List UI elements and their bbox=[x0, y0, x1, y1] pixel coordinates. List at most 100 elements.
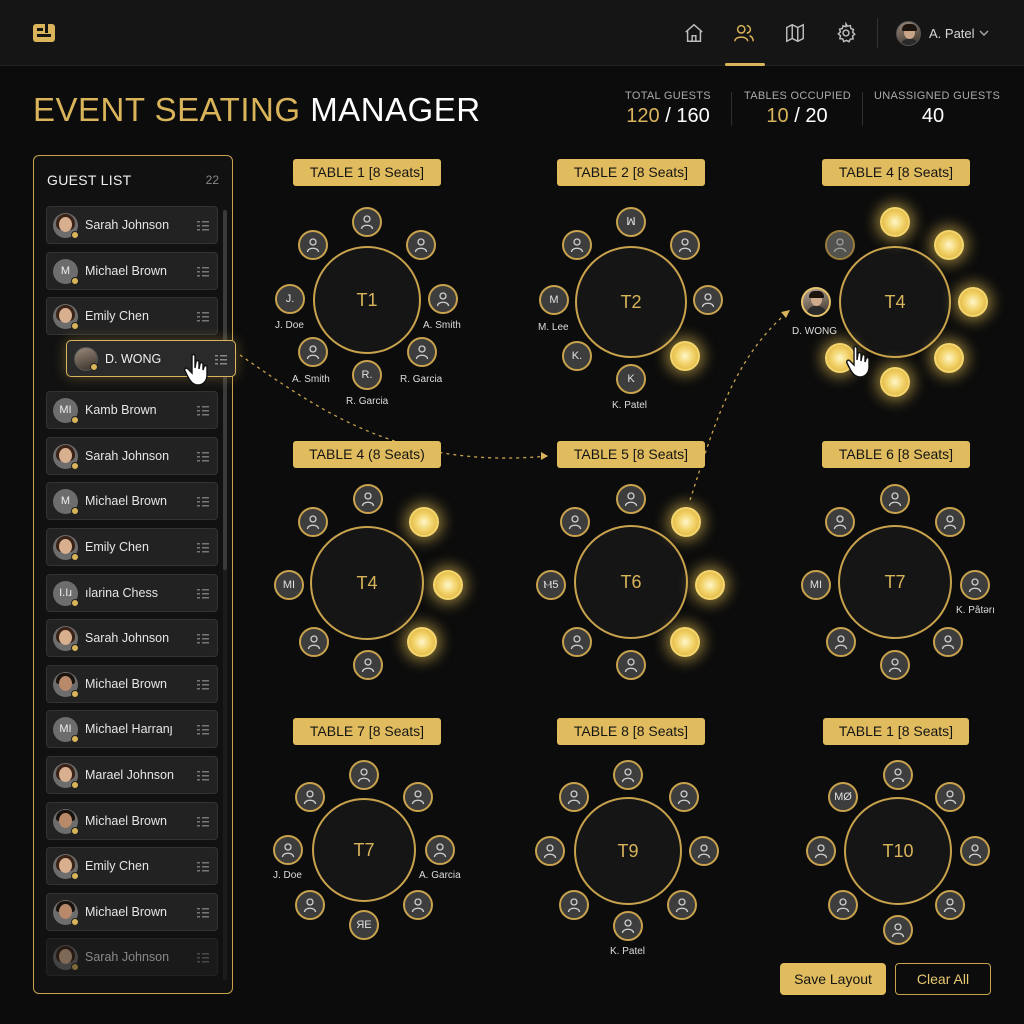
seat[interactable]: Ⲙ5 bbox=[536, 570, 566, 600]
seat-available-highlight[interactable] bbox=[958, 287, 988, 317]
seat[interactable] bbox=[353, 484, 383, 514]
seat[interactable] bbox=[407, 337, 437, 367]
seat[interactable] bbox=[425, 835, 455, 865]
user-name[interactable]: A. Patel bbox=[929, 26, 975, 41]
seat-available-highlight[interactable] bbox=[671, 507, 701, 537]
seat[interactable] bbox=[352, 207, 382, 237]
guest-list-item[interactable]: MI Michael Harranȷ bbox=[46, 710, 218, 749]
seat[interactable] bbox=[880, 484, 910, 514]
gear-icon[interactable] bbox=[835, 22, 857, 44]
drag-handle-icon[interactable] bbox=[215, 354, 227, 365]
seat[interactable] bbox=[613, 911, 643, 941]
seat[interactable] bbox=[403, 890, 433, 920]
app-logo-icon[interactable] bbox=[32, 21, 56, 45]
seat[interactable]: R. bbox=[352, 360, 382, 390]
guest-list-item[interactable]: Emily Chen bbox=[46, 527, 218, 566]
drag-handle-icon[interactable] bbox=[197, 770, 209, 781]
seat[interactable] bbox=[960, 836, 990, 866]
seat[interactable] bbox=[933, 627, 963, 657]
seat[interactable] bbox=[273, 835, 303, 865]
seat[interactable] bbox=[559, 890, 589, 920]
seat[interactable] bbox=[298, 507, 328, 537]
seat[interactable] bbox=[667, 890, 697, 920]
drag-handle-icon[interactable] bbox=[197, 861, 209, 872]
round-table[interactable]: T7 bbox=[312, 798, 416, 902]
seat[interactable]: K bbox=[616, 364, 646, 394]
guest-list-item[interactable]: Sarah Johnson bbox=[46, 619, 218, 658]
drag-handle-icon[interactable] bbox=[197, 451, 209, 462]
guest-list-item[interactable]: I.Iɹ ılarina Chess bbox=[46, 573, 218, 612]
drag-handle-icon[interactable] bbox=[197, 907, 209, 918]
user-avatar[interactable] bbox=[896, 21, 921, 46]
seat[interactable] bbox=[403, 782, 433, 812]
drag-handle-icon[interactable] bbox=[197, 266, 209, 277]
guest-list-item[interactable]: Michael Brown bbox=[46, 892, 218, 931]
round-table[interactable]: T7 bbox=[838, 525, 952, 639]
guest-list-item[interactable]: MI Kamb Brown bbox=[46, 391, 218, 430]
seat[interactable] bbox=[825, 230, 855, 260]
guest-list-item[interactable]: Michael Brown bbox=[46, 801, 218, 840]
seat-available-highlight[interactable] bbox=[934, 230, 964, 260]
round-table[interactable]: T4 bbox=[839, 246, 951, 358]
seat[interactable] bbox=[562, 627, 592, 657]
guest-list-item[interactable]: Michael Brown bbox=[46, 664, 218, 703]
clear-all-button[interactable]: Clear All bbox=[895, 963, 991, 995]
seat[interactable]: M bbox=[539, 285, 569, 315]
drag-handle-icon[interactable] bbox=[197, 311, 209, 322]
seat[interactable] bbox=[828, 890, 858, 920]
seat[interactable] bbox=[295, 782, 325, 812]
drag-handle-icon[interactable] bbox=[197, 496, 209, 507]
seat[interactable]: MØ bbox=[828, 782, 858, 812]
round-table[interactable]: T1 bbox=[313, 246, 421, 354]
seat[interactable]: K. bbox=[562, 341, 592, 371]
guest-list-item[interactable]: M Michael Brown bbox=[46, 482, 218, 521]
guest-list-item[interactable]: Emily Chen bbox=[46, 847, 218, 886]
round-table[interactable]: T4 bbox=[310, 526, 424, 640]
seat[interactable] bbox=[935, 782, 965, 812]
users-icon[interactable] bbox=[733, 22, 755, 44]
drag-handle-icon[interactable] bbox=[197, 542, 209, 553]
seat-available-highlight[interactable] bbox=[433, 570, 463, 600]
seat[interactable] bbox=[616, 650, 646, 680]
seat[interactable] bbox=[295, 890, 325, 920]
seat[interactable] bbox=[960, 570, 990, 600]
guest-list-item[interactable]: Emily Chen bbox=[46, 297, 218, 336]
guest-list-item[interactable]: Marael Johnson bbox=[46, 755, 218, 794]
seat[interactable] bbox=[669, 782, 699, 812]
drag-handle-icon[interactable] bbox=[197, 952, 209, 963]
seat-available-highlight[interactable] bbox=[407, 627, 437, 657]
round-table[interactable]: T2 bbox=[575, 246, 687, 358]
seat[interactable] bbox=[689, 836, 719, 866]
round-table[interactable]: T10 bbox=[844, 797, 952, 905]
seat-available-highlight[interactable] bbox=[670, 341, 700, 371]
seat[interactable] bbox=[693, 285, 723, 315]
seat-assigned-guest[interactable] bbox=[801, 287, 831, 317]
seat-available-highlight[interactable] bbox=[880, 207, 910, 237]
seat[interactable] bbox=[880, 650, 910, 680]
seat[interactable] bbox=[825, 507, 855, 537]
seat-available-highlight[interactable] bbox=[670, 627, 700, 657]
seat-available-highlight[interactable] bbox=[409, 507, 439, 537]
seat[interactable] bbox=[535, 836, 565, 866]
seat[interactable] bbox=[299, 627, 329, 657]
seat[interactable] bbox=[883, 760, 913, 790]
seat-available-highlight[interactable] bbox=[880, 367, 910, 397]
seat[interactable] bbox=[935, 507, 965, 537]
seat[interactable] bbox=[670, 230, 700, 260]
seat[interactable] bbox=[353, 650, 383, 680]
seat[interactable] bbox=[613, 760, 643, 790]
guest-list-scroll-thumb[interactable] bbox=[223, 210, 227, 570]
drag-handle-icon[interactable] bbox=[197, 405, 209, 416]
seat[interactable] bbox=[826, 627, 856, 657]
seat[interactable] bbox=[559, 782, 589, 812]
seat[interactable] bbox=[935, 890, 965, 920]
seat[interactable]: ЯE bbox=[349, 910, 379, 940]
seat-available-highlight[interactable] bbox=[934, 343, 964, 373]
chevron-down-icon[interactable] bbox=[978, 27, 990, 39]
seat[interactable]: MI bbox=[801, 570, 831, 600]
seat[interactable] bbox=[560, 507, 590, 537]
drag-handle-icon[interactable] bbox=[197, 679, 209, 690]
drag-handle-icon[interactable] bbox=[197, 220, 209, 231]
seat-available-highlight[interactable] bbox=[695, 570, 725, 600]
guest-list-item[interactable]: Sarah Johnson bbox=[46, 206, 218, 244]
